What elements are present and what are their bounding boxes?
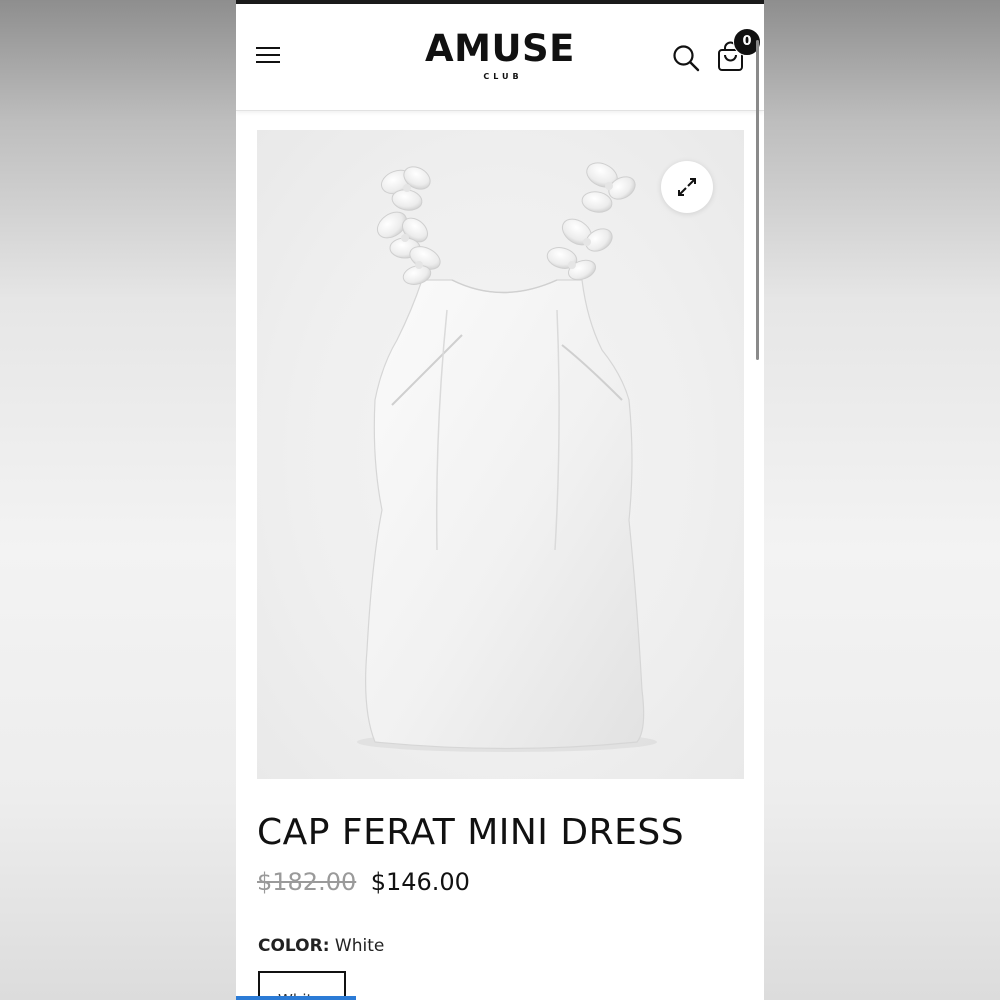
color-label: COLOR:	[258, 936, 330, 956]
product-image[interactable]	[257, 130, 744, 779]
product-title: CAP FERAT MINI DRESS	[257, 812, 685, 853]
page-load-progress	[236, 996, 356, 1000]
color-option-label: COLOR: White	[258, 936, 384, 956]
scrollbar[interactable]	[756, 40, 759, 360]
compare-at-price: $182.00	[257, 868, 357, 896]
color-value: White	[334, 936, 385, 956]
expand-icon[interactable]	[661, 161, 713, 213]
search-icon[interactable]	[672, 44, 700, 72]
dress-illustration	[357, 162, 657, 752]
site-header: AMUSE CLUB	[236, 4, 764, 111]
price-row: $182.00 $146.00	[257, 868, 470, 896]
sale-price: $146.00	[370, 868, 470, 896]
logo-subtitle: CLUB	[483, 72, 523, 81]
mobile-viewport: AMUSE CLUB 0 CAP FERAT MINI DRESS $182.0…	[236, 0, 764, 1000]
